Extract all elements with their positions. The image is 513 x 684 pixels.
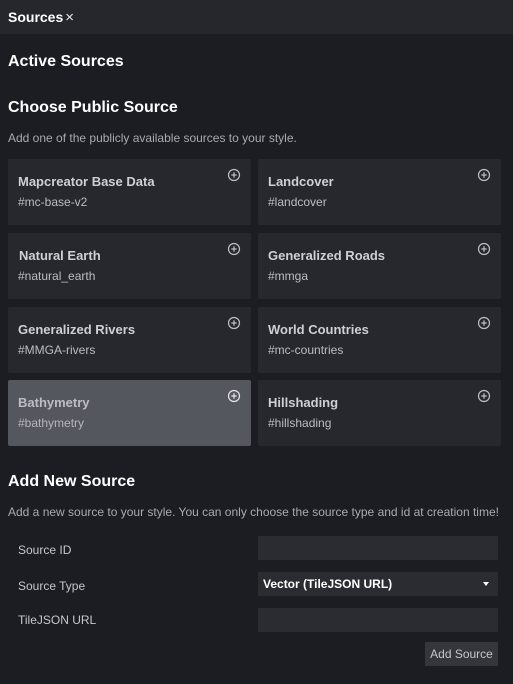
source-card-hillshading[interactable]: Hillshading #hillshading: [258, 380, 501, 446]
source-name: Generalized Rivers: [18, 322, 136, 337]
source-card-mapcreator-base-data[interactable]: Mapcreator Base Data #mc-base-v2: [8, 159, 251, 225]
add-new-source-heading: Add New Source: [8, 473, 136, 490]
source-card-generalized-rivers[interactable]: Generalized Rivers #MMGA-rivers: [8, 307, 251, 373]
window-title: Sources: [8, 9, 64, 25]
source-card-generalized-roads[interactable]: Generalized Roads #mmga: [258, 233, 501, 299]
source-type-select[interactable]: Vector (TileJSON URL): [258, 572, 498, 596]
source-name: Hillshading: [268, 395, 339, 410]
plus-circle-icon[interactable]: [477, 242, 491, 256]
source-id: #mc-countries: [268, 343, 344, 357]
source-id: #landcover: [268, 195, 327, 209]
source-name: Natural Earth: [19, 248, 101, 263]
source-id: #natural_earth: [18, 269, 96, 283]
source-name: Landcover: [268, 174, 334, 189]
plus-circle-icon[interactable]: [227, 242, 241, 256]
source-id: #bathymetry: [18, 416, 85, 430]
plus-circle-icon[interactable]: [227, 389, 241, 403]
public-source-description: Add one of the publicly available source…: [8, 131, 297, 145]
source-card-landcover[interactable]: Landcover #landcover: [258, 159, 501, 225]
source-name: World Countries: [268, 322, 369, 337]
public-source-heading: Choose Public Source: [8, 99, 178, 116]
source-name: Bathymetry: [18, 395, 90, 410]
source-card-bathymetry[interactable]: Bathymetry #bathymetry: [8, 380, 251, 446]
title-bar: Sources ×: [0, 0, 513, 34]
source-name: Mapcreator Base Data: [18, 174, 155, 189]
source-card-world-countries[interactable]: World Countries #mc-countries: [258, 307, 501, 373]
plus-circle-icon[interactable]: [227, 168, 241, 182]
plus-circle-icon[interactable]: [477, 389, 491, 403]
close-icon[interactable]: ×: [65, 10, 74, 25]
plus-circle-icon[interactable]: [477, 168, 491, 182]
active-sources-heading: Active Sources: [8, 53, 124, 70]
tilejson-url-input[interactable]: [258, 608, 498, 632]
source-id: #mmga: [268, 269, 309, 283]
plus-circle-icon[interactable]: [227, 316, 241, 330]
source-name: Generalized Roads: [268, 248, 386, 263]
source-type-value: Vector (TileJSON URL): [263, 577, 393, 591]
caret-down-icon: [483, 582, 489, 586]
source-card-natural-earth[interactable]: Natural Earth #natural_earth: [8, 233, 251, 299]
source-id: #hillshading: [268, 416, 332, 430]
add-source-button[interactable]: Add Source: [425, 642, 498, 666]
source-type-label: Source Type: [18, 579, 86, 593]
source-id: #mc-base-v2: [18, 195, 88, 209]
source-id-label: Source ID: [18, 543, 72, 557]
source-id-input[interactable]: [258, 536, 498, 560]
source-id: #MMGA-rivers: [18, 343, 96, 357]
plus-circle-icon[interactable]: [477, 316, 491, 330]
add-new-source-description: Add a new source to your style. You can …: [8, 505, 499, 519]
tilejson-url-label: TileJSON URL: [18, 613, 97, 627]
